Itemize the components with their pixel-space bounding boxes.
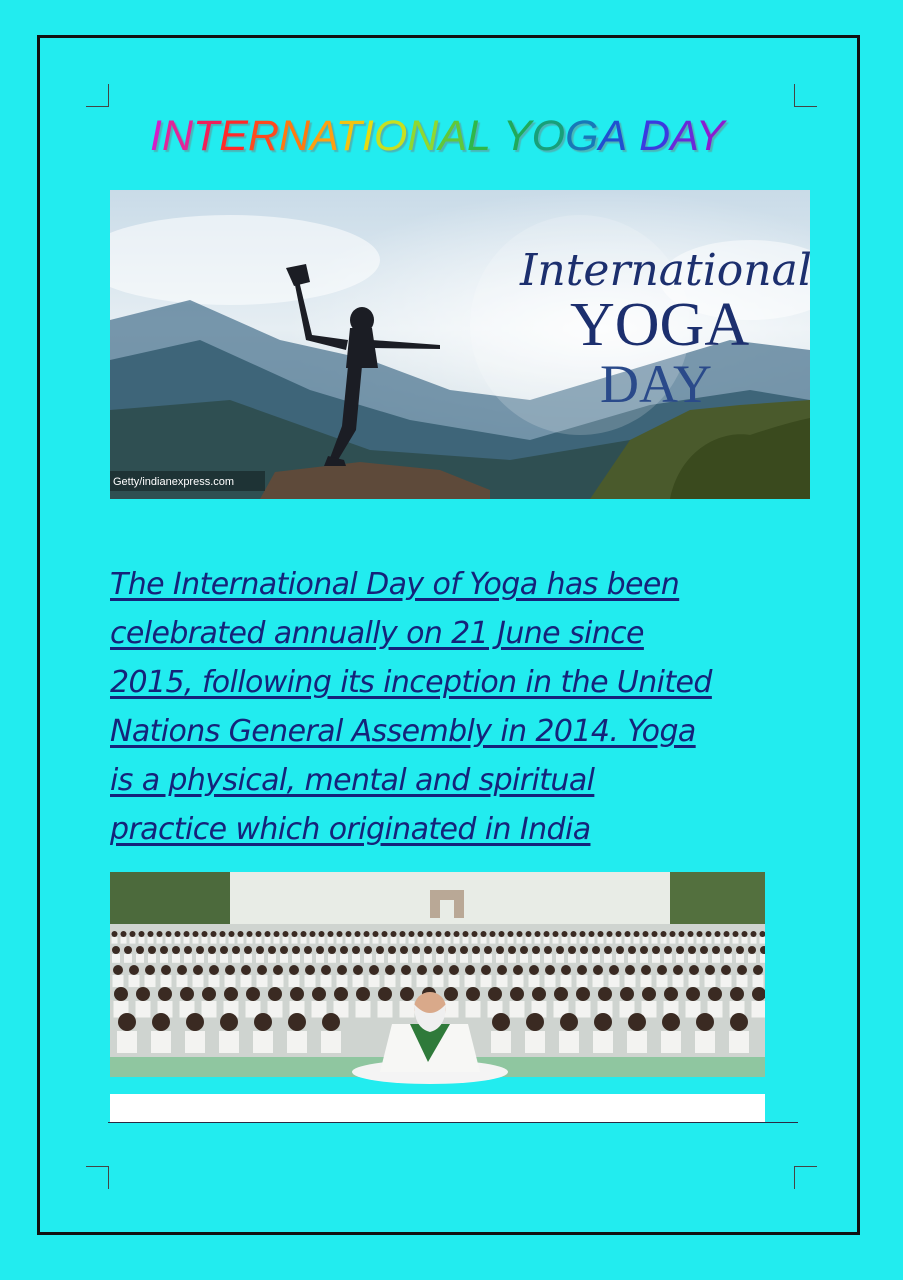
title-letter: A	[310, 112, 336, 160]
title-letter: A	[598, 112, 628, 160]
title-letter: N	[279, 112, 311, 160]
banner-photo-credit: Getty/indianexpress.com	[113, 476, 234, 488]
crop-mark-top-right	[794, 84, 817, 107]
banner-word-day: DAY	[600, 354, 712, 414]
title-letter	[627, 112, 639, 160]
photo-bottom-margin	[110, 1094, 765, 1122]
title-letter: N	[407, 112, 439, 160]
paragraph-line: The International Day of Yoga has been	[110, 567, 680, 602]
document-title: INTERNATIONAL YOGA DAY	[150, 108, 850, 164]
banner-script-word: International	[519, 245, 810, 296]
yoga-day-banner-image: International YOGA DAY Getty/indianexpre…	[110, 190, 810, 499]
title-letter: E	[219, 112, 248, 160]
title-letter: T	[335, 112, 362, 160]
title-letter	[491, 112, 503, 160]
title-letter: R	[247, 112, 280, 160]
title-letter: Y	[502, 112, 532, 160]
title-letter: Y	[695, 112, 725, 160]
paragraph-line: practice which originated in India	[110, 812, 591, 847]
title-letter: A	[438, 112, 468, 160]
paragraph-line: 2015, following its inception in the Uni…	[110, 665, 712, 700]
crop-mark-bottom-right	[794, 1166, 817, 1189]
paragraph-line: celebrated annually on 21 June since	[110, 616, 644, 651]
banner-word-yoga: YOGA	[570, 291, 749, 359]
title-letter: O	[373, 112, 408, 160]
crop-mark-bottom-left	[86, 1166, 109, 1189]
body-paragraph: The International Day of Yoga has been ce…	[110, 560, 810, 854]
title-letter: T	[193, 112, 220, 160]
paragraph-line: is a physical, mental and spiritual	[110, 763, 595, 798]
title-letter: D	[639, 112, 671, 160]
paragraph-line: Nations General Assembly in 2014. Yoga	[110, 714, 696, 749]
mass-yoga-event-photo	[110, 872, 765, 1094]
title-letter: I	[150, 112, 162, 160]
title-letter: I	[361, 112, 374, 160]
crop-mark-top-left	[86, 84, 109, 107]
title-letter: N	[161, 112, 194, 160]
title-letter: O	[531, 112, 566, 160]
title-letter: L	[467, 112, 491, 160]
title-letter: G	[565, 112, 599, 160]
title-letter: A	[670, 112, 696, 160]
horizontal-rule	[108, 1122, 798, 1123]
